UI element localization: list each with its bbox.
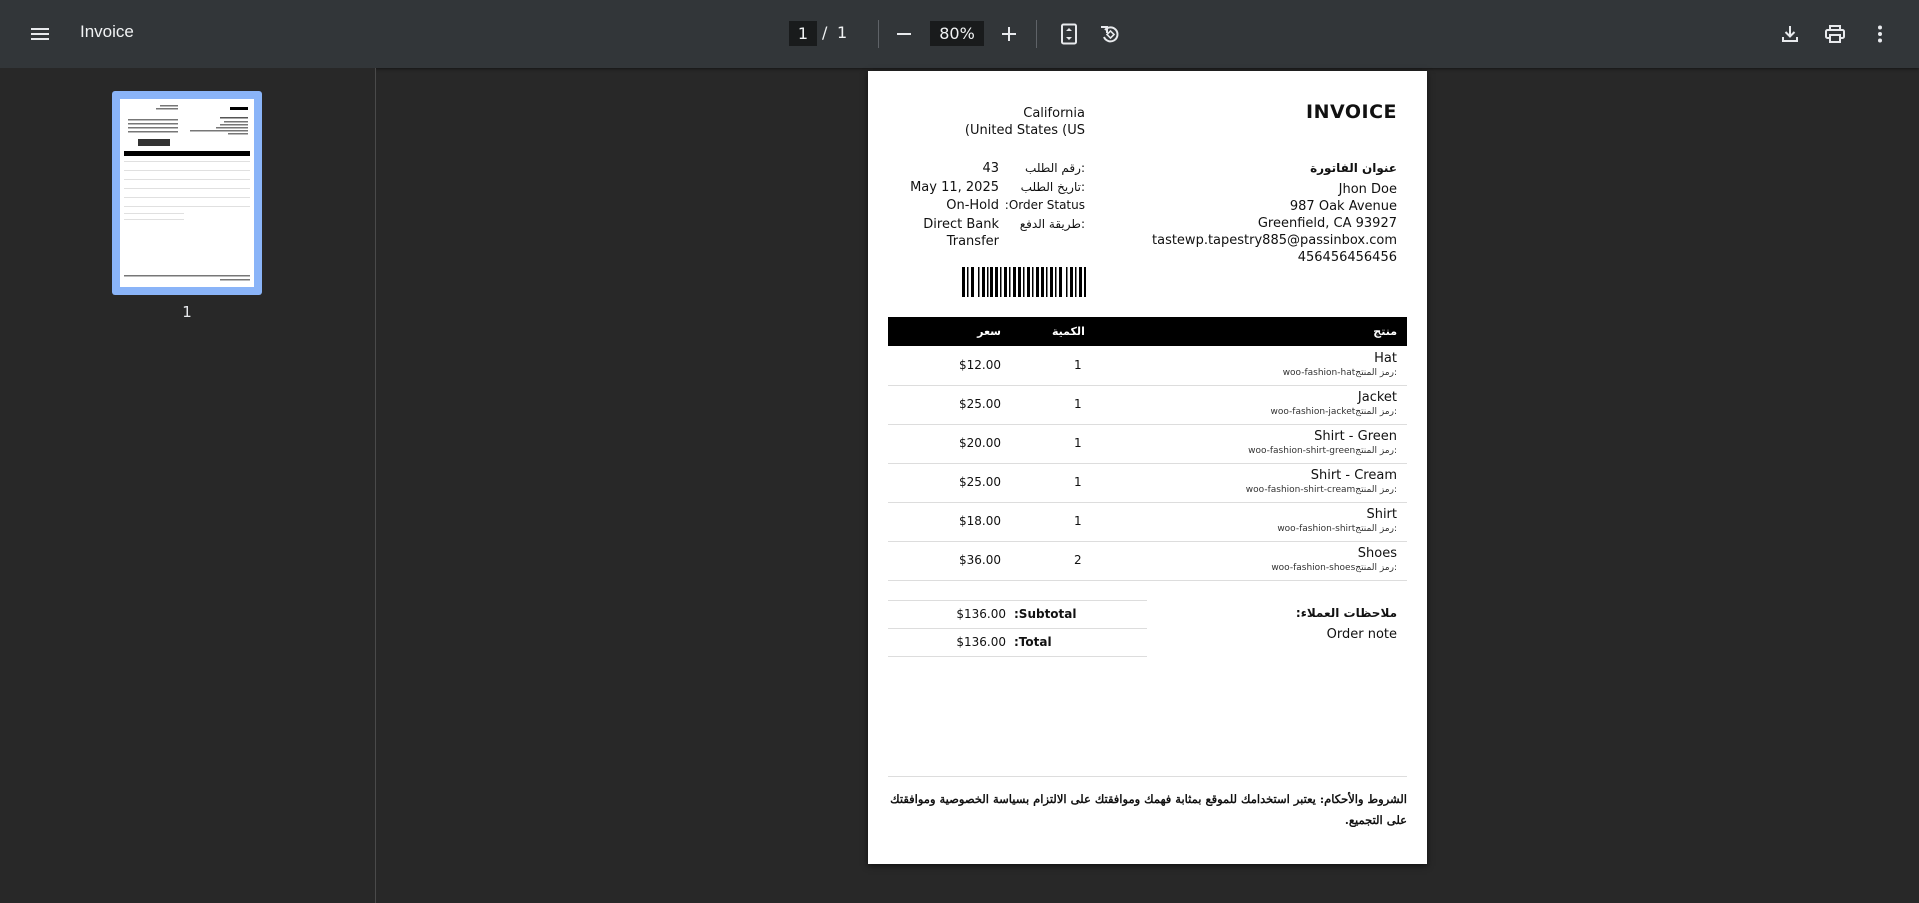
thumbnail-sidebar: 1	[0, 68, 376, 903]
table-row: Shirt - Green woo-fashion-shirt-greenرمز…	[888, 425, 1407, 464]
column-quantity: الكمية	[1052, 325, 1085, 338]
total-value: $136.00	[956, 635, 1006, 649]
product-sku: woo-fashion-jacketرمز المنتج:	[1270, 407, 1397, 417]
print-icon	[1825, 25, 1845, 43]
product-qty: 1	[1074, 397, 1082, 411]
product-sku: woo-fashion-shirtرمز المنتج:	[1277, 524, 1397, 534]
table-row: Shirt - Cream woo-fashion-shirt-creamرمز…	[888, 464, 1407, 503]
product-name: Shoes	[1357, 546, 1397, 561]
subtotal-label: :Subtotal	[1014, 607, 1077, 621]
order-meta-label: رقم الطلب:	[1025, 161, 1085, 175]
fit-to-page-icon	[1061, 23, 1077, 45]
table-row: Shirt woo-fashion-shirtرمز المنتج: 1 $18…	[888, 503, 1407, 542]
rotate-button[interactable]	[1090, 14, 1130, 54]
minus-icon	[897, 33, 911, 35]
table-row: Shoes woo-fashion-shoesرمز المنتج: 2 $36…	[888, 542, 1407, 581]
customer-notes-value: Order note	[1326, 627, 1397, 642]
total-label: :Total	[1014, 635, 1052, 649]
table-row: Jacket woo-fashion-jacketرمز المنتج: 1 $…	[888, 386, 1407, 425]
plus-icon	[1002, 27, 1016, 41]
fit-page-button[interactable]	[1049, 14, 1089, 54]
product-name: Shirt	[1366, 507, 1397, 522]
billing-line: 987 Oak Avenue	[1289, 199, 1397, 214]
rotate-icon	[1101, 26, 1119, 43]
page-total: 1	[837, 23, 848, 42]
totals-divider	[888, 656, 1147, 657]
order-meta-value: 43	[982, 161, 999, 176]
product-qty: 1	[1074, 358, 1082, 372]
order-meta-value-cont: Transfer	[946, 234, 999, 249]
invoice-page: INVOICE California (United States (US عن…	[868, 71, 1427, 864]
download-button[interactable]	[1770, 14, 1810, 54]
invoice-title: INVOICE	[1306, 101, 1397, 123]
product-qty: 2	[1074, 553, 1082, 567]
page-number-input[interactable]	[789, 21, 817, 46]
product-qty: 1	[1074, 475, 1082, 489]
toolbar-divider	[878, 20, 879, 48]
items-table-header: منتج الكمية سعر	[888, 317, 1407, 346]
footer-divider	[888, 776, 1407, 777]
product-name: Jacket	[1357, 390, 1397, 405]
toolbar-divider	[1036, 20, 1037, 48]
billing-heading: عنوان الفاتورة	[1310, 161, 1397, 175]
order-meta-label: تاريخ الطلب:	[1020, 180, 1085, 194]
billing-line: Jhon Doe	[1338, 182, 1397, 197]
zoom-out-button[interactable]	[884, 14, 924, 54]
subtotal-value: $136.00	[956, 607, 1006, 621]
zoom-level-input[interactable]	[930, 21, 984, 46]
product-name: Shirt - Green	[1314, 429, 1397, 444]
pdf-toolbar: Invoice / 1	[0, 0, 1919, 68]
total-row: :Total $136.00	[888, 628, 1147, 656]
terms-and-conditions: الشروط والأحكام: يعتبر استخدامك للموقع ب…	[890, 792, 1407, 827]
more-options-button[interactable]	[1860, 14, 1900, 54]
shop-address-line: (United States (US	[964, 123, 1085, 138]
customer-notes-heading: ملاحظات العملاء:	[1295, 606, 1397, 620]
product-sku: woo-fashion-shirt-greenرمز المنتج:	[1248, 446, 1397, 456]
product-sku: woo-fashion-hatرمز المنتج:	[1282, 368, 1397, 378]
menu-icon[interactable]	[20, 14, 60, 54]
product-price: $20.00	[959, 436, 1001, 450]
thumbnail-preview	[120, 99, 254, 287]
product-price: $36.00	[959, 553, 1001, 567]
subtotal-row: :Subtotal $136.00	[888, 600, 1147, 628]
order-meta-value: May 11, 2025	[910, 180, 999, 195]
billing-line: tastewp.tapestry885@passinbox.com	[1152, 233, 1397, 248]
order-meta-label: طريقة الدفع:	[1019, 217, 1085, 231]
product-qty: 1	[1074, 514, 1082, 528]
page-thumbnail[interactable]	[112, 91, 262, 295]
product-name: Shirt - Cream	[1310, 468, 1397, 483]
product-price: $25.00	[959, 475, 1001, 489]
product-price: $25.00	[959, 397, 1001, 411]
page-separator: /	[822, 23, 828, 42]
print-button[interactable]	[1815, 14, 1855, 54]
product-price: $18.00	[959, 514, 1001, 528]
barcode-image	[962, 267, 1086, 297]
thumbnail-page-number: 1	[182, 303, 192, 321]
product-sku: woo-fashion-shirt-creamرمز المنتج:	[1245, 485, 1397, 495]
order-meta-value: Direct Bank	[923, 217, 999, 232]
billing-line: Greenfield, CA 93927	[1257, 216, 1397, 231]
product-name: Hat	[1374, 351, 1397, 366]
billing-line: 456456456456	[1297, 250, 1397, 265]
product-sku: woo-fashion-shoesرمز المنتج:	[1271, 563, 1397, 573]
product-qty: 1	[1074, 436, 1082, 450]
order-meta-label: :Order Status	[1004, 198, 1085, 212]
product-price: $12.00	[959, 358, 1001, 372]
table-row: Hat woo-fashion-hatرمز المنتج: 1 $12.00	[888, 347, 1407, 386]
document-title: Invoice	[80, 22, 134, 41]
shop-address-line: California	[1023, 106, 1085, 121]
order-meta-value: On-Hold	[946, 198, 999, 213]
column-product: منتج	[1373, 325, 1397, 338]
download-icon	[1782, 26, 1798, 42]
column-price: سعر	[977, 325, 1001, 338]
more-vert-icon	[1878, 25, 1882, 43]
zoom-in-button[interactable]	[989, 14, 1029, 54]
